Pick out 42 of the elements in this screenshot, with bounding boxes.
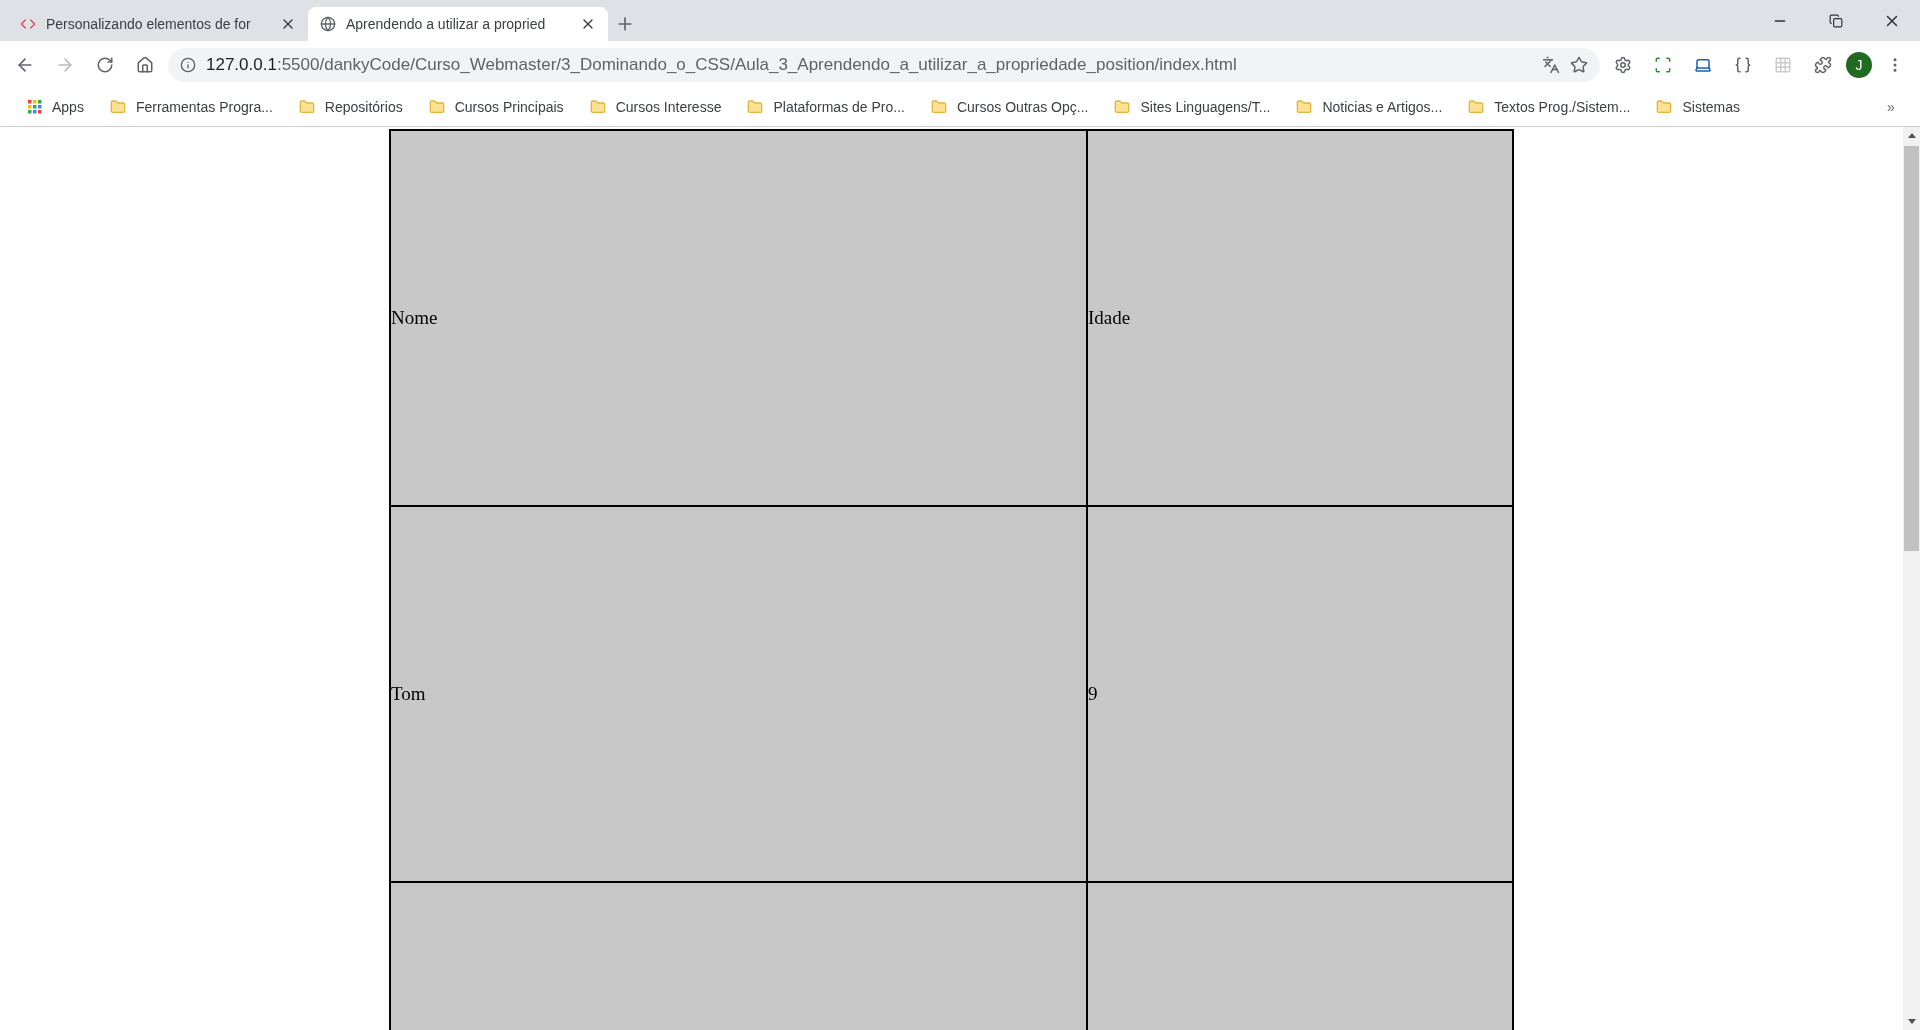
browser-tab[interactable]: Personalizando elementos de for: [8, 7, 308, 41]
browser-tab[interactable]: Aprendendo a utilizar a propried: [308, 7, 608, 41]
bookmark-folder[interactable]: Repositórios: [288, 99, 413, 115]
translate-icon[interactable]: [1542, 55, 1560, 74]
bookmark-folder[interactable]: Cursos Principais: [418, 99, 574, 115]
bookmark-folder[interactable]: Textos Prog./Sistem...: [1458, 99, 1641, 115]
folder-icon: [109, 99, 126, 115]
apps-bookmark[interactable]: Apps: [18, 99, 94, 115]
folder-icon: [1468, 99, 1485, 115]
reload-icon[interactable]: [96, 55, 114, 74]
more-bookmarks-button[interactable]: »: [1874, 90, 1908, 124]
apps-grid-icon: [28, 100, 42, 114]
table-cell: 9: [1087, 506, 1513, 882]
folder-icon: [747, 99, 764, 115]
folder-icon: [589, 99, 606, 115]
scroll-up-icon[interactable]: [1907, 133, 1916, 138]
table-cell: Tom: [390, 506, 1087, 882]
folder-icon: [930, 99, 947, 115]
bookmark-folder[interactable]: Plataformas de Pro...: [737, 99, 915, 115]
scroll-down-icon[interactable]: [1907, 1019, 1916, 1024]
scrollbar[interactable]: [1903, 127, 1920, 1030]
bookmark-folder[interactable]: Sites Linguagens/T...: [1104, 99, 1281, 115]
bookmark-folder[interactable]: Cursos Interesse: [579, 99, 732, 115]
star-icon[interactable]: [1570, 55, 1588, 74]
info-icon[interactable]: [180, 56, 196, 73]
bookmark-folder[interactable]: Noticias e Artigos...: [1286, 99, 1453, 115]
table-cell: Idade: [1087, 130, 1513, 506]
bookmark-folder[interactable]: Sistemas: [1646, 99, 1750, 115]
bookmark-folder[interactable]: Cursos Outras Opç...: [920, 99, 1099, 115]
table-cell: Nome: [390, 130, 1087, 506]
profile-avatar[interactable]: J: [1846, 51, 1872, 78]
code-icon: [20, 16, 36, 32]
home-icon[interactable]: [136, 55, 154, 74]
globe-icon: [320, 16, 336, 32]
bookmark-folder[interactable]: Ferramentas Progra...: [99, 99, 283, 115]
folder-icon: [1296, 99, 1313, 115]
address-bar[interactable]: 127.0.0.1:5500/dankyCode/Curso_Webmaster/3_Dominando_o_CSS/Aula_3_Aprendendo_a_utilizar_a_propriedade_position/index.html: [168, 47, 1600, 82]
restore-icon[interactable]: [1829, 13, 1843, 28]
folder-icon: [428, 99, 445, 115]
folder-icon: [1114, 99, 1131, 115]
folder-icon: [298, 99, 315, 115]
folder-icon: [1656, 99, 1673, 115]
